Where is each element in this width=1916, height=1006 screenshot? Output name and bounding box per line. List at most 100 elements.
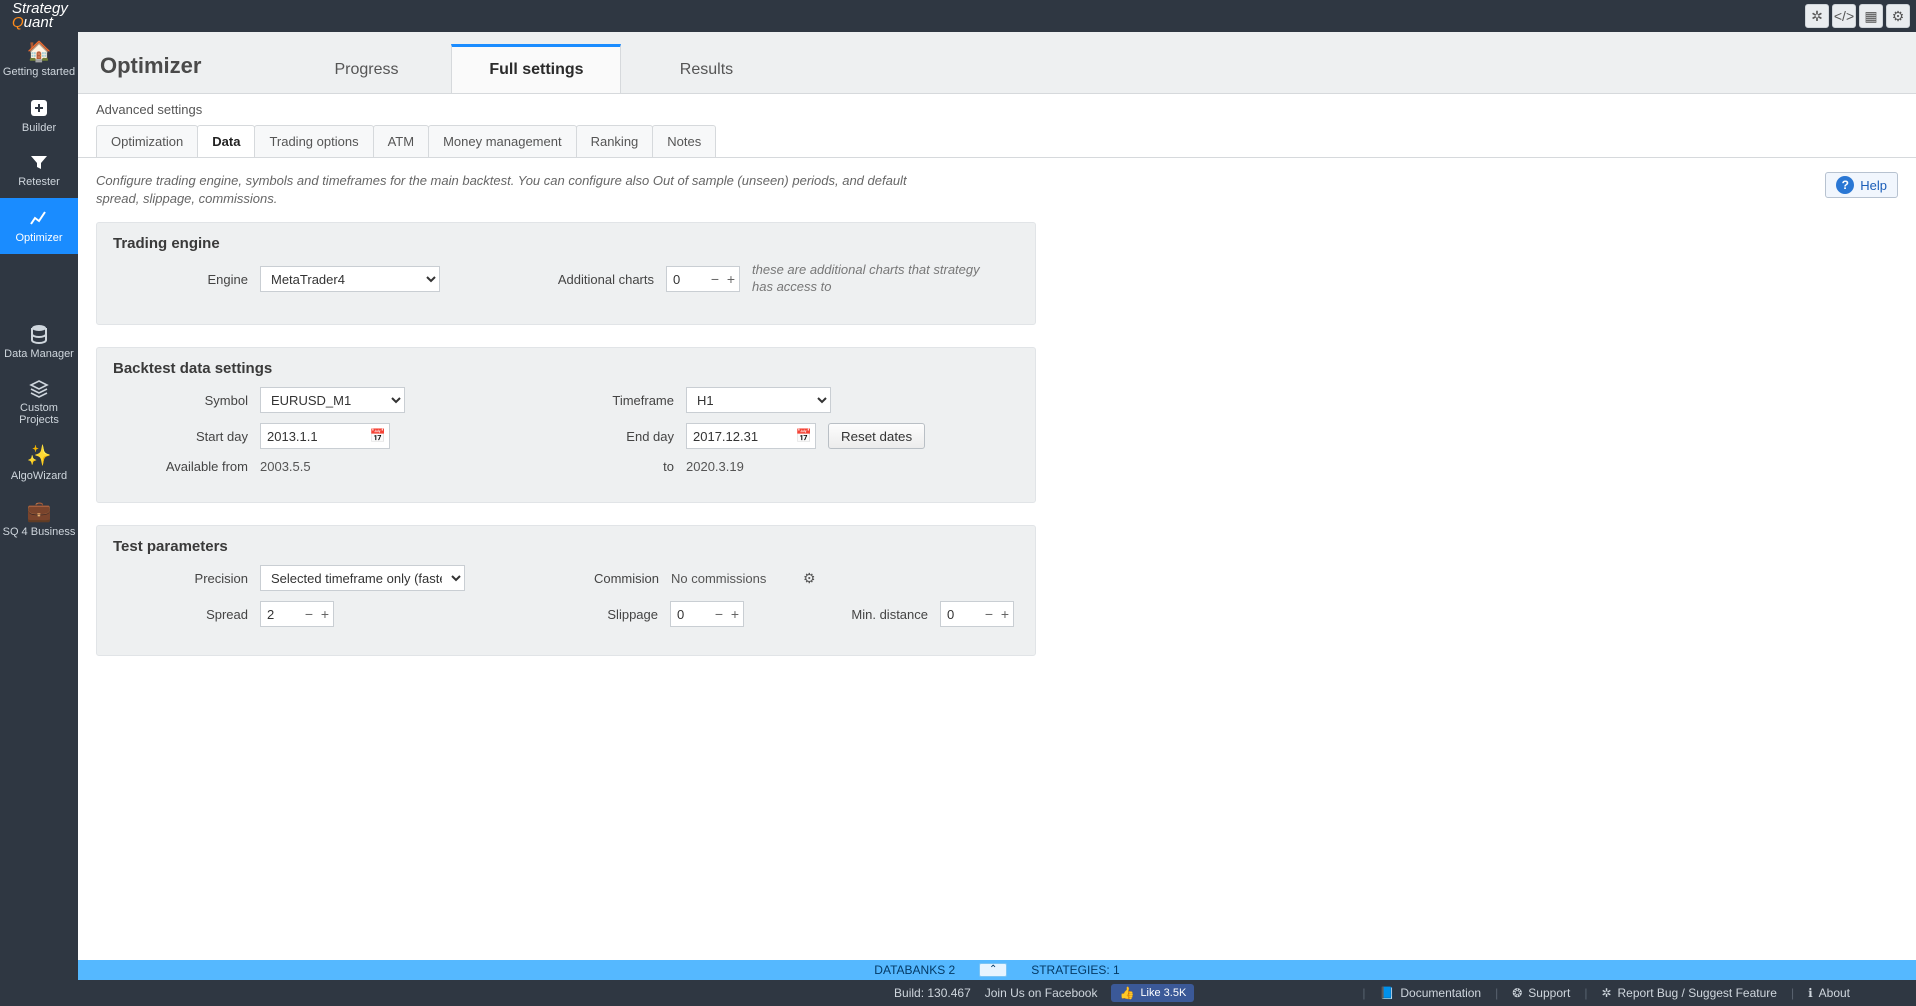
stepper-minus[interactable]: − — [707, 267, 723, 291]
tab-notes[interactable]: Notes — [652, 125, 716, 157]
sidebar-item-label: Custom Projects — [2, 402, 76, 426]
symbol-label: Symbol — [113, 393, 248, 408]
documentation-link[interactable]: 📘Documentation — [1379, 986, 1481, 1000]
databanks-strip: DATABANKS 2 ⌃ STRATEGIES: 1 — [78, 960, 1916, 980]
spread-input[interactable] — [261, 602, 301, 626]
sidebar-item-sq4business[interactable]: 💼 SQ 4 Business — [0, 492, 78, 548]
sub-header-label: Advanced settings — [96, 102, 1898, 117]
strategies-label: STRATEGIES: 1 — [1031, 963, 1119, 977]
timeframe-select[interactable]: H1 — [686, 387, 831, 413]
spread-stepper[interactable]: − + — [260, 601, 334, 627]
titlebar: Strategy QQuantuant ✲ </> ▦ ⚙ — [0, 0, 1916, 32]
start-day-label: Start day — [113, 429, 248, 444]
grid-icon[interactable]: ▦ — [1859, 4, 1883, 28]
sidebar-item-retester[interactable]: Retester — [0, 144, 78, 198]
sidebar-item-algowizard[interactable]: ✨ AlgoWizard — [0, 436, 78, 492]
panel-title: Test parameters — [113, 538, 1019, 555]
code-icon[interactable]: </> — [1832, 4, 1856, 28]
sidebar-item-label: Retester — [18, 176, 60, 188]
additional-charts-hint: these are additional charts that strateg… — [752, 262, 982, 296]
collapse-toggle[interactable]: ⌃ — [979, 963, 1007, 977]
timeframe-label: Timeframe — [574, 393, 674, 408]
join-facebook-link[interactable]: Join Us on Facebook — [985, 986, 1098, 1000]
stepper-plus[interactable]: + — [723, 267, 739, 291]
mindistance-stepper[interactable]: − + — [940, 601, 1014, 627]
commission-label: Commision — [569, 571, 659, 586]
slippage-label: Slippage — [568, 607, 658, 622]
additional-charts-input[interactable] — [667, 267, 707, 291]
reset-dates-button[interactable]: Reset dates — [828, 423, 925, 449]
databanks-label: DATABANKS 2 — [874, 963, 955, 977]
sidebar-item-custom-projects[interactable]: Custom Projects — [0, 370, 78, 436]
commission-gear-icon[interactable]: ⚙ — [803, 570, 816, 587]
available-to-label: to — [574, 459, 674, 474]
stepper-plus[interactable]: + — [997, 602, 1013, 626]
gear-icon[interactable]: ⚙ — [1886, 4, 1910, 28]
tab-full-settings[interactable]: Full settings — [451, 44, 621, 93]
tab-data[interactable]: Data — [197, 125, 255, 157]
slippage-stepper[interactable]: − + — [670, 601, 744, 627]
symbol-select[interactable]: EURUSD_M1 — [260, 387, 405, 413]
info-icon: ℹ — [1808, 986, 1813, 1000]
sidebar: 🏠 Getting started Builder Retester Opt — [0, 32, 78, 1006]
bug-icon: ✲ — [1601, 986, 1611, 1000]
briefcase-icon: 💼 — [27, 502, 52, 522]
available-from-label: Available from — [113, 459, 248, 474]
tab-progress[interactable]: Progress — [281, 46, 451, 93]
help-button[interactable]: ? Help — [1825, 172, 1898, 198]
about-link[interactable]: ℹAbout — [1808, 986, 1850, 1000]
report-bug-link[interactable]: ✲Report Bug / Suggest Feature — [1601, 986, 1777, 1000]
fb-like-button[interactable]: 👍Like 3.5K — [1111, 984, 1194, 1002]
thumb-icon: 👍 — [1119, 986, 1134, 1000]
tab-trading-options[interactable]: Trading options — [254, 125, 373, 157]
stepper-plus[interactable]: + — [317, 602, 333, 626]
sidebar-item-builder[interactable]: Builder — [0, 88, 78, 144]
tab-ranking[interactable]: Ranking — [576, 125, 654, 157]
tab-optimization[interactable]: Optimization — [96, 125, 198, 157]
sidebar-item-data-manager[interactable]: Data Manager — [0, 314, 78, 370]
stepper-plus[interactable]: + — [727, 602, 743, 626]
spread-label: Spread — [113, 607, 248, 622]
precision-label: Precision — [113, 571, 248, 586]
stepper-minus[interactable]: − — [981, 602, 997, 626]
additional-charts-label: Additional charts — [534, 272, 654, 287]
panel-test-parameters: Test parameters Precision Selected timef… — [96, 525, 1036, 656]
available-to-value: 2020.3.19 — [686, 459, 744, 474]
end-day-input[interactable] — [686, 423, 816, 449]
sidebar-item-optimizer[interactable]: Optimizer — [0, 198, 78, 254]
wand-icon: ✨ — [27, 446, 52, 466]
available-from-value: 2003.5.5 — [260, 459, 390, 474]
book-icon: 📘 — [1379, 986, 1394, 1000]
lifering-icon: ❂ — [1512, 986, 1522, 1000]
home-icon: 🏠 — [27, 42, 52, 62]
info-text: Configure trading engine, symbols and ti… — [96, 172, 926, 208]
logo-bottom: QQuantuant — [12, 16, 68, 30]
help-icon: ? — [1836, 176, 1854, 194]
bug-icon[interactable]: ✲ — [1805, 4, 1829, 28]
end-day-label: End day — [574, 429, 674, 444]
precision-select[interactable]: Selected timeframe only (faste... — [260, 565, 465, 591]
app-logo: Strategy QQuantuant — [6, 0, 74, 32]
chart-line-icon — [29, 208, 49, 228]
plus-square-icon — [29, 98, 49, 118]
help-label: Help — [1860, 178, 1887, 193]
sidebar-item-label: Getting started — [3, 66, 75, 78]
tab-atm[interactable]: ATM — [373, 125, 429, 157]
mindistance-input[interactable] — [941, 602, 981, 626]
tab-money-management[interactable]: Money management — [428, 125, 577, 157]
stepper-minus[interactable]: − — [301, 602, 317, 626]
panel-trading-engine: Trading engine Engine MetaTrader4 Additi… — [96, 222, 1036, 325]
slippage-input[interactable] — [671, 602, 711, 626]
tab-results[interactable]: Results — [621, 46, 791, 93]
footer: Build: 130.467 Join Us on Facebook 👍Like… — [78, 980, 1916, 1006]
sidebar-item-label: Optimizer — [15, 232, 62, 244]
mindistance-label: Min. distance — [828, 607, 928, 622]
database-icon — [30, 324, 48, 344]
additional-charts-stepper[interactable]: − + — [666, 266, 740, 292]
settings-tabs: Optimization Data Trading options ATM Mo… — [96, 125, 1898, 157]
sidebar-item-getting-started[interactable]: 🏠 Getting started — [0, 32, 78, 88]
support-link[interactable]: ❂Support — [1512, 986, 1570, 1000]
start-day-input[interactable] — [260, 423, 390, 449]
stepper-minus[interactable]: − — [711, 602, 727, 626]
engine-select[interactable]: MetaTrader4 — [260, 266, 440, 292]
